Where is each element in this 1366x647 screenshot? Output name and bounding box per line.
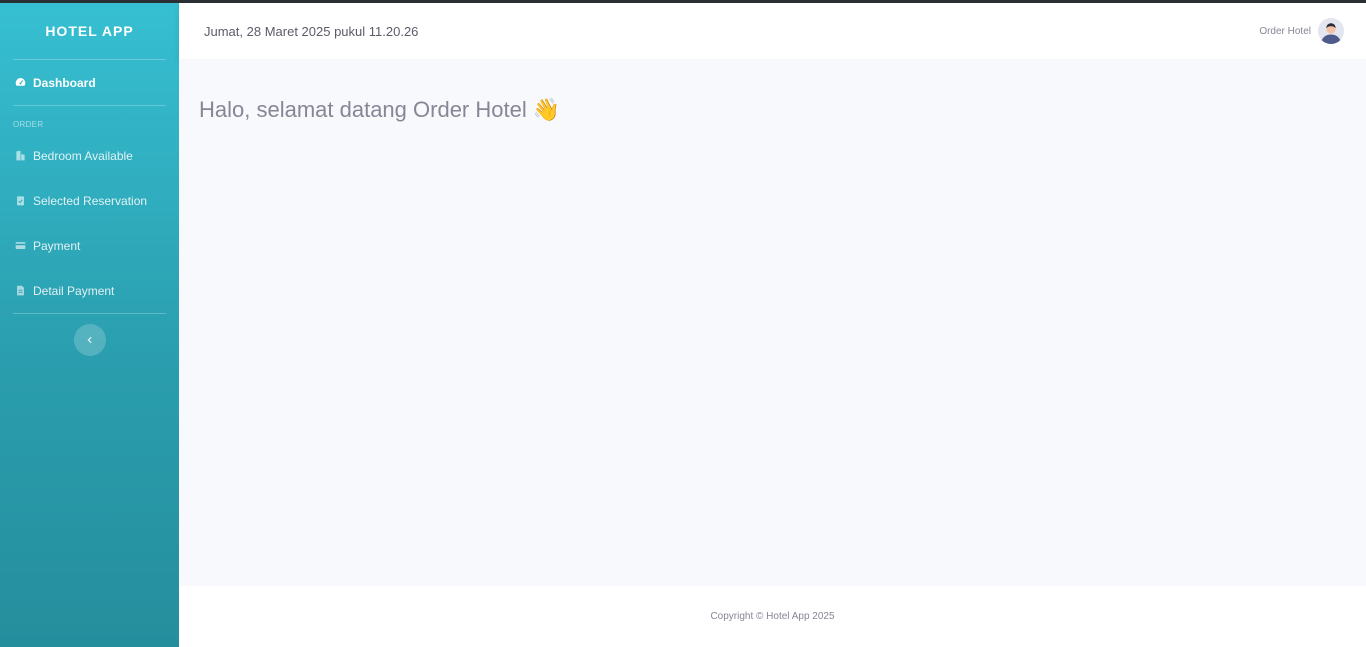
main-content: Halo, selamat datang Order Hotel 👋: [179, 59, 1366, 586]
sidebar-item-dashboard[interactable]: Dashboard: [0, 60, 179, 105]
sidebar-item-selected-reservation[interactable]: Selected Reservation: [0, 178, 179, 223]
sidebar-item-label: Payment: [33, 238, 81, 253]
window-top-border: [0, 0, 1366, 3]
file-invoice-icon: [14, 285, 26, 297]
tachometer-icon: [14, 77, 26, 89]
avatar[interactable]: [1318, 18, 1344, 44]
building-icon: [14, 150, 26, 162]
sidebar-item-label: Dashboard: [33, 75, 96, 90]
sidebar-item-payment[interactable]: Payment: [0, 223, 179, 268]
sidebar-item-label: Detail Payment: [33, 283, 115, 298]
brand-logo[interactable]: HOTEL APP: [0, 3, 179, 59]
chevron-left-icon: [86, 331, 94, 349]
current-datetime: Jumat, 28 Maret 2025 pukul 11.20.26: [204, 23, 419, 39]
copyright-text: Copyright © Hotel App 2025: [710, 611, 835, 622]
topbar: Jumat, 28 Maret 2025 pukul 11.20.26 Orde…: [179, 3, 1366, 59]
sidebar: HOTEL APP Dashboard ORDER Bedroom Availa…: [0, 3, 179, 647]
page-title: Halo, selamat datang Order Hotel 👋: [199, 97, 561, 122]
user-dropdown[interactable]: Order Hotel: [1259, 18, 1366, 44]
user-name: Order Hotel: [1259, 25, 1311, 37]
footer: Copyright © Hotel App 2025: [179, 586, 1366, 647]
sidebar-divider: [13, 313, 166, 314]
clipboard-check-icon: [14, 195, 26, 207]
sidebar-item-detail-payment[interactable]: Detail Payment: [0, 268, 179, 313]
sidebar-toggle-button[interactable]: [74, 324, 106, 356]
sidebar-heading-order: ORDER: [13, 120, 44, 129]
sidebar-item-label: Bedroom Available: [33, 148, 133, 163]
credit-card-icon: [14, 240, 26, 252]
sidebar-item-bedroom-available[interactable]: Bedroom Available: [0, 133, 179, 178]
sidebar-item-label: Selected Reservation: [33, 193, 148, 208]
